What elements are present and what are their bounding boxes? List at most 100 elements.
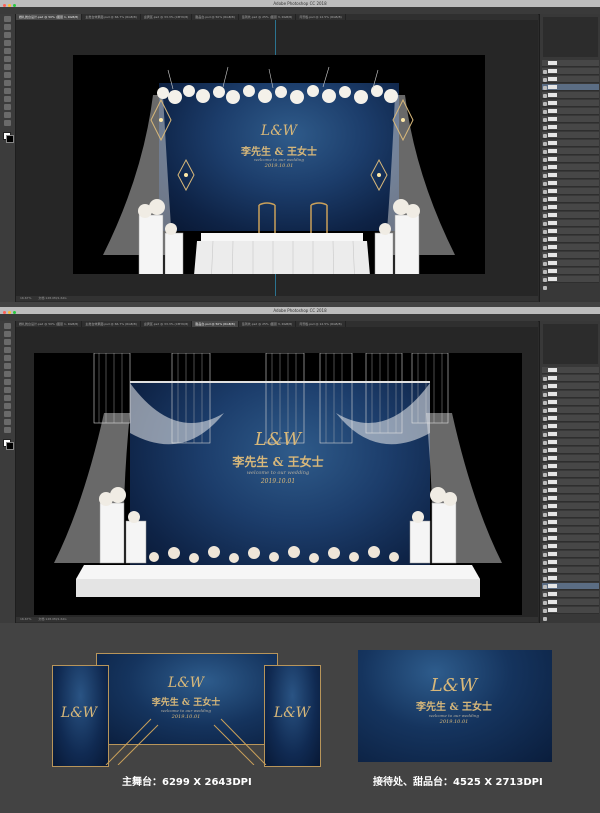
layer-row[interactable] (542, 100, 599, 114)
layer-row[interactable] (542, 220, 599, 234)
brush-tool-icon[interactable] (4, 56, 11, 62)
layer-row[interactable] (542, 132, 599, 146)
type-tool-icon[interactable] (4, 403, 11, 409)
status-zoom[interactable]: 16.67% (20, 296, 31, 300)
layer-row[interactable] (542, 252, 599, 266)
layer-row[interactable] (542, 567, 599, 581)
zoom-tool-icon[interactable] (4, 427, 11, 433)
layer-row[interactable] (542, 204, 599, 218)
navigator-panel[interactable] (543, 324, 598, 364)
layer-row[interactable] (542, 383, 599, 397)
gradient-tool-icon[interactable] (4, 80, 11, 86)
eyedropper-tool-icon[interactable] (4, 355, 11, 361)
layer-row[interactable] (542, 244, 599, 258)
type-tool-icon[interactable] (4, 96, 11, 102)
layer-row-selected[interactable] (542, 84, 599, 98)
head-table-top (201, 233, 363, 241)
stamp-tool-icon[interactable] (4, 371, 11, 377)
layer-row[interactable] (542, 535, 599, 549)
layer-row[interactable] (542, 60, 599, 74)
layer-row[interactable] (542, 511, 599, 525)
layer-row[interactable] (542, 228, 599, 242)
brush-tool-icon[interactable] (4, 363, 11, 369)
layer-row[interactable] (542, 575, 599, 589)
layer-row[interactable] (542, 431, 599, 445)
layer-row[interactable] (542, 260, 599, 274)
layer-row[interactable] (542, 92, 599, 106)
layer-row[interactable] (542, 148, 599, 162)
marquee-tool-icon[interactable] (4, 331, 11, 337)
zoom-tool-icon[interactable] (4, 120, 11, 126)
layer-row[interactable] (542, 495, 599, 509)
layer-row[interactable] (542, 212, 599, 226)
eraser-tool-icon[interactable] (4, 379, 11, 385)
layer-row-selected[interactable] (542, 583, 599, 597)
layer-row[interactable] (542, 116, 599, 130)
move-tool-icon[interactable] (4, 16, 11, 22)
hand-tool-icon[interactable] (4, 419, 11, 425)
layer-row[interactable] (542, 268, 599, 282)
layer-row[interactable] (542, 180, 599, 194)
layer-row[interactable] (542, 527, 599, 541)
layer-row[interactable] (542, 140, 599, 154)
layer-row[interactable] (542, 172, 599, 186)
marquee-tool-icon[interactable] (4, 24, 11, 30)
crop-tool-icon[interactable] (4, 347, 11, 353)
layer-row[interactable] (542, 479, 599, 493)
layer-row[interactable] (542, 407, 599, 421)
eraser-tool-icon[interactable] (4, 72, 11, 78)
floral-garland (157, 85, 398, 104)
lasso-tool-icon[interactable] (4, 32, 11, 38)
layer-row[interactable] (542, 423, 599, 437)
status-zoom[interactable]: 16.67% (20, 617, 31, 621)
layer-row[interactable] (542, 76, 599, 90)
pen-tool-icon[interactable] (4, 395, 11, 401)
layer-row[interactable] (542, 519, 599, 533)
pen-tool-icon[interactable] (4, 88, 11, 94)
shape-tool-icon[interactable] (4, 411, 11, 417)
layer-row[interactable] (542, 543, 599, 557)
monogram: L&W (254, 429, 302, 450)
layer-row[interactable] (542, 367, 599, 381)
layer-row[interactable] (542, 68, 599, 82)
layer-row[interactable] (542, 276, 599, 290)
layer-row[interactable] (542, 607, 599, 621)
layer-row[interactable] (542, 447, 599, 461)
layer-row[interactable] (542, 399, 599, 413)
canvas-area[interactable]: L&W 李先生 & 王女士 welcome to our wedding 201… (16, 327, 538, 617)
layer-row[interactable] (542, 551, 599, 565)
gradient-tool-icon[interactable] (4, 387, 11, 393)
move-tool-icon[interactable] (4, 323, 11, 329)
layer-row[interactable] (542, 375, 599, 389)
navigator-panel[interactable] (543, 17, 598, 57)
layer-row[interactable] (542, 503, 599, 517)
layer-row[interactable] (542, 487, 599, 501)
layer-row[interactable] (542, 455, 599, 469)
crop-tool-icon[interactable] (4, 40, 11, 46)
layer-row[interactable] (542, 108, 599, 122)
shape-tool-icon[interactable] (4, 104, 11, 110)
color-swatches[interactable] (3, 439, 14, 450)
hand-tool-icon[interactable] (4, 112, 11, 118)
layer-row[interactable] (542, 124, 599, 138)
layer-row[interactable] (542, 415, 599, 429)
layer-row[interactable] (542, 471, 599, 485)
layer-row[interactable] (542, 591, 599, 605)
layer-row[interactable] (542, 156, 599, 170)
layer-row[interactable] (542, 599, 599, 613)
layer-row[interactable] (542, 559, 599, 573)
layer-row[interactable] (542, 164, 599, 178)
layer-row[interactable] (542, 196, 599, 210)
eye-icon[interactable] (543, 286, 547, 290)
lasso-tool-icon[interactable] (4, 339, 11, 345)
color-swatches[interactable] (3, 132, 14, 143)
layer-row[interactable] (542, 188, 599, 202)
layer-row[interactable] (542, 391, 599, 405)
stamp-tool-icon[interactable] (4, 64, 11, 70)
layer-row[interactable] (542, 463, 599, 477)
layer-row[interactable] (542, 439, 599, 453)
canvas-area[interactable]: L&W 李先生 & 王女士 welcome to our wedding 201… (16, 20, 538, 296)
eyedropper-tool-icon[interactable] (4, 48, 11, 54)
layer-row[interactable] (542, 236, 599, 250)
eye-icon[interactable] (543, 617, 547, 621)
